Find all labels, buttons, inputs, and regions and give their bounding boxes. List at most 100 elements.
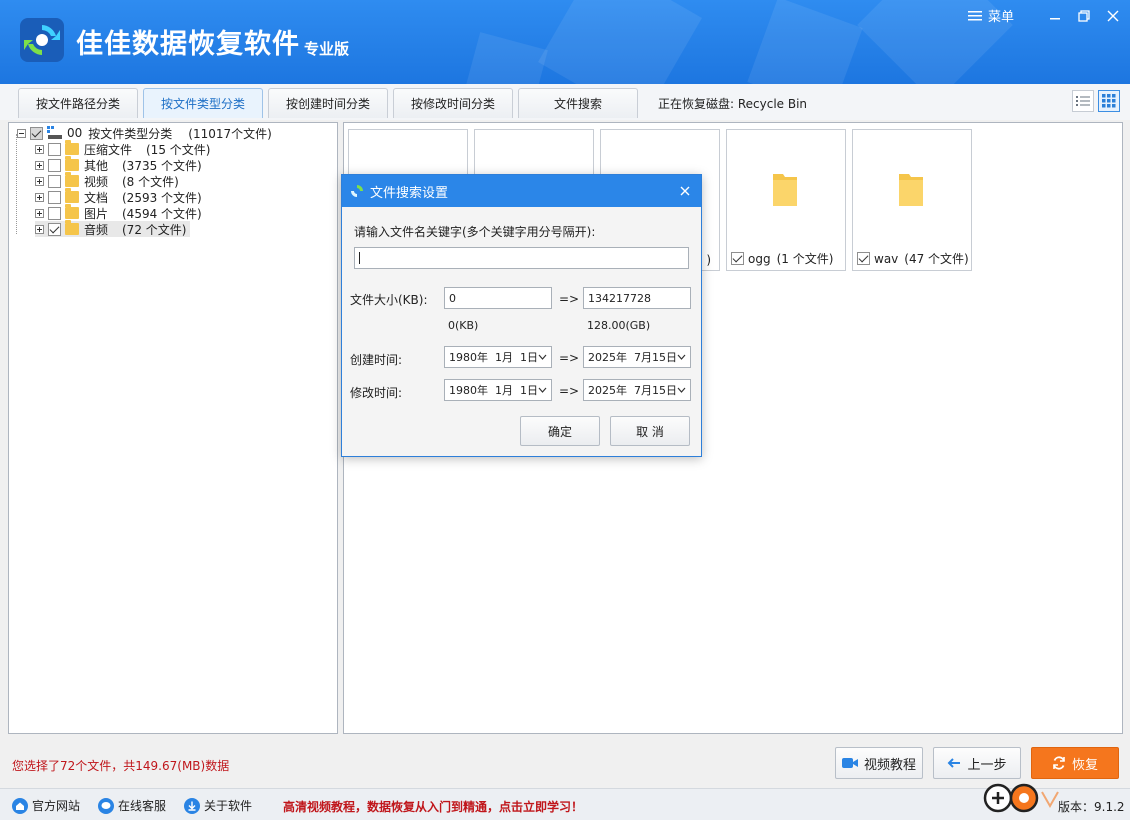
tree-item-document[interactable]: 文档 (2593 个文件) — [35, 188, 202, 205]
tutorial-promo-link[interactable]: 高清视频教程，数据恢复从入门到精通，点击立即学习！ — [283, 798, 583, 815]
about-software-link[interactable]: 关于软件 — [184, 797, 252, 814]
minimize-icon — [1050, 18, 1060, 20]
tree-item-checkbox[interactable] — [48, 206, 61, 220]
chevron-down-icon — [677, 387, 686, 393]
size-max-input[interactable]: 134217728 — [583, 287, 691, 309]
chevron-down-icon — [538, 387, 547, 393]
tree-item-checkbox[interactable] — [48, 158, 61, 172]
menu-button[interactable]: 菜单 — [968, 6, 1014, 25]
dialog-title: 文件搜索设置 — [370, 185, 449, 201]
official-website-label: 官方网站 — [32, 799, 81, 813]
tree-item-video[interactable]: 视频 (8 个文件) — [35, 172, 179, 189]
file-card-count: (47 个文件) — [904, 252, 969, 266]
dialog-close-icon[interactable] — [677, 183, 693, 199]
size-max-hint: 128.00(GB) — [587, 319, 651, 332]
created-to-select[interactable]: 2025年 7月15日 — [583, 346, 691, 368]
created-label: 创建时间: — [350, 353, 403, 367]
created-to-value: 2025年 7月15日 — [588, 351, 677, 364]
minimize-button[interactable] — [1044, 6, 1066, 26]
expand-toggle-icon[interactable] — [35, 224, 44, 234]
expand-toggle-icon[interactable] — [35, 144, 44, 154]
file-card-checkbox[interactable] — [731, 252, 744, 265]
keyword-label: 请输入文件名关键字(多个关键字用分号隔开): — [354, 225, 596, 239]
tree-item-checkbox[interactable] — [48, 174, 61, 188]
tree-item-checkbox[interactable] — [48, 190, 61, 204]
created-from-value: 1980年 1月 1日 — [449, 351, 538, 364]
expand-toggle-icon[interactable] — [35, 208, 44, 218]
tab-by-type[interactable]: 按文件类型分类 — [143, 88, 263, 118]
size-min-hint: 0(KB) — [448, 319, 479, 332]
file-card-ogg[interactable]: ogg (1 个文件) — [726, 129, 846, 271]
tree-item-image[interactable]: 图片 (4594 个文件) — [35, 204, 202, 221]
drive-icon — [47, 126, 62, 139]
created-from-select[interactable]: 1980年 1月 1日 — [444, 346, 552, 368]
chat-bubble-icon — [98, 797, 114, 814]
tree-root-checkbox[interactable] — [30, 126, 43, 140]
file-card-name: ogg — [748, 251, 771, 266]
tree-item-other[interactable]: 其他 (3735 个文件) — [35, 156, 202, 173]
video-tutorial-button[interactable]: 视频教程 — [835, 747, 923, 779]
ok-button[interactable]: 确定 — [520, 416, 600, 446]
chevron-down-icon — [538, 354, 547, 360]
close-button[interactable] — [1102, 6, 1124, 26]
restore-button[interactable] — [1073, 6, 1095, 26]
recover-button[interactable]: 恢复 — [1031, 747, 1119, 779]
expand-toggle-icon[interactable] — [35, 192, 44, 202]
home-icon — [12, 797, 28, 814]
current-disk-label: 正在恢复磁盘: Recycle Bin — [658, 97, 808, 111]
tree-item-archive[interactable]: 压缩文件 (15 个文件) — [35, 140, 211, 157]
folder-icon — [65, 156, 79, 171]
collapse-toggle-icon[interactable] — [17, 128, 26, 138]
keyword-input[interactable] — [354, 247, 689, 269]
tree-root[interactable]: 00 按文件类型分类 (11017个文件) — [17, 125, 272, 141]
tree-guide-line — [16, 134, 17, 234]
list-view-button[interactable] — [1072, 90, 1094, 112]
tree-root-label: 按文件类型分类 — [88, 126, 173, 141]
tree-item-checkbox[interactable] — [48, 142, 61, 156]
back-button[interactable]: 上一步 — [933, 747, 1021, 779]
close-icon — [1107, 10, 1119, 22]
tree-item-count: (3735 个文件) — [122, 158, 202, 173]
official-website-link[interactable]: 官方网站 — [12, 797, 80, 814]
folder-icon — [65, 188, 79, 203]
modified-from-select[interactable]: 1980年 1月 1日 — [444, 379, 552, 401]
cancel-button[interactable]: 取 消 — [610, 416, 690, 446]
app-logo-icon — [20, 18, 64, 62]
file-card-checkbox[interactable] — [857, 252, 870, 265]
tab-by-created-time[interactable]: 按创建时间分类 — [268, 88, 388, 118]
tree-item-audio[interactable]: 音频 (72 个文件) — [35, 220, 191, 237]
grid-view-button[interactable] — [1098, 90, 1120, 112]
tab-file-search[interactable]: 文件搜索 — [518, 88, 638, 118]
folder-icon — [65, 140, 79, 155]
tree-item-checkbox[interactable] — [48, 222, 61, 236]
file-card-wav[interactable]: wav (47 个文件) — [852, 129, 972, 271]
folder-icon — [65, 204, 79, 219]
tree-item-label: 压缩文件 — [84, 142, 133, 157]
modified-to-select[interactable]: 2025年 7月15日 — [583, 379, 691, 401]
created-arrow: => — [559, 351, 580, 365]
app-title: 佳佳数据恢复软件 — [76, 29, 300, 60]
app-small-icon — [351, 185, 363, 197]
expand-toggle-icon[interactable] — [35, 176, 44, 186]
title-bar: 佳佳数据恢复软件 专业版 菜单 — [0, 0, 1130, 84]
app-edition: 专业版 — [304, 40, 350, 58]
tree-item-count: (4594 个文件) — [122, 206, 202, 221]
expand-toggle-icon[interactable] — [35, 160, 44, 170]
folder-icon — [773, 174, 797, 206]
folder-icon — [65, 172, 79, 187]
video-camera-icon — [841, 758, 858, 768]
tree-item-count: (2593 个文件) — [122, 190, 202, 205]
modified-to-value: 2025年 7月15日 — [588, 384, 677, 397]
tab-by-path[interactable]: 按文件路径分类 — [18, 88, 138, 118]
size-min-input[interactable]: 0 — [444, 287, 552, 309]
about-software-label: 关于软件 — [204, 799, 253, 813]
back-label: 上一步 — [967, 757, 1007, 773]
folder-icon — [65, 220, 79, 235]
tree-item-label: 文档 — [84, 190, 109, 205]
tree-item-count: (15 个文件) — [146, 142, 211, 157]
modified-from-value: 1980年 1月 1日 — [449, 384, 538, 397]
folder-icon — [899, 174, 923, 206]
online-support-link[interactable]: 在线客服 — [98, 797, 166, 814]
chevron-down-icon — [677, 354, 686, 360]
tab-by-modified-time[interactable]: 按修改时间分类 — [393, 88, 513, 118]
